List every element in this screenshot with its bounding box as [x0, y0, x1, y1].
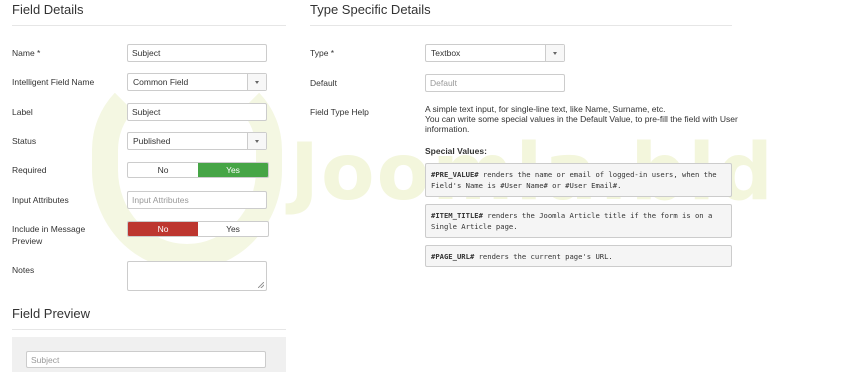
status-value: Published	[133, 136, 171, 146]
special-value-item-title: #ITEM_TITLE# renders the Joomla Article …	[425, 204, 732, 238]
type-value: Textbox	[431, 48, 461, 58]
pre-value-desc: renders the name or email of logged-in u…	[478, 170, 717, 179]
resize-handle-icon[interactable]	[258, 282, 264, 288]
status-select[interactable]: Published	[127, 132, 267, 150]
label-label: Label	[12, 107, 33, 117]
help-line-2: You can write some special values in the…	[425, 114, 738, 124]
label-input[interactable]: Subject	[127, 103, 267, 121]
include-preview-toggle[interactable]: No Yes	[127, 221, 269, 237]
pre-value-desc-2: Field's Name is	[431, 181, 501, 190]
name-input[interactable]: Subject	[127, 44, 267, 62]
field-preview-heading: Field Preview	[12, 306, 286, 330]
type-specific-heading: Type Specific Details	[310, 2, 732, 26]
pre-value-or: or	[547, 181, 566, 190]
help-line-3: information.	[425, 124, 470, 134]
special-value-page-url: #PAGE_URL# renders the current page's UR…	[425, 245, 732, 267]
item-title-desc: renders the Joomla Article title if the …	[482, 211, 713, 220]
input-attributes-input[interactable]: Input Attributes	[127, 191, 267, 209]
preview-subject-input[interactable]: Subject	[26, 351, 266, 368]
chevron-down-icon	[553, 52, 557, 55]
include-preview-no-option[interactable]: No	[128, 222, 198, 236]
select-arrow[interactable]	[247, 133, 266, 149]
default-input[interactable]: Default	[425, 74, 565, 92]
name-label: Name *	[12, 48, 41, 58]
required-yes-option[interactable]: Yes	[198, 163, 268, 177]
input-attributes-label: Input Attributes	[12, 195, 69, 205]
intelligent-field-name-select[interactable]: Common Field	[127, 73, 267, 91]
chevron-down-icon	[255, 81, 259, 84]
include-preview-label: Include in Message Preview	[12, 224, 85, 246]
user-email-tag: #User Email#	[565, 181, 618, 190]
special-value-pre-value: #PRE_VALUE# renders the name or email of…	[425, 163, 732, 197]
field-type-help-text: A simple text input, for single-line tex…	[425, 104, 745, 134]
include-preview-label-line2: Preview	[12, 236, 43, 246]
notes-textarea[interactable]	[127, 261, 267, 291]
page-url-tag: #PAGE_URL#	[431, 252, 475, 261]
user-name-tag: #User Name#	[500, 181, 548, 190]
include-preview-yes-option[interactable]: Yes	[198, 222, 268, 236]
chevron-down-icon	[255, 140, 259, 143]
required-label: Required	[12, 165, 47, 175]
field-type-help-label: Field Type Help	[310, 107, 369, 117]
default-label: Default	[310, 78, 337, 88]
item-title-desc-2: Single Article page.	[431, 222, 518, 231]
intelligent-field-name-label: Intelligent Field Name	[12, 77, 95, 87]
required-toggle[interactable]: No Yes	[127, 162, 269, 178]
pre-value-period: .	[617, 181, 622, 190]
page-url-desc: renders the current page's URL.	[474, 252, 613, 261]
special-values-title: Special Values:	[425, 146, 487, 156]
help-line-1: A simple text input, for single-line tex…	[425, 104, 666, 114]
include-preview-label-line1: Include in Message	[12, 224, 86, 234]
status-label: Status	[12, 136, 37, 146]
item-title-tag: #ITEM_TITLE#	[431, 211, 483, 220]
required-no-option[interactable]: No	[128, 163, 198, 177]
intelligent-field-name-value: Common Field	[133, 77, 189, 87]
type-select[interactable]: Textbox	[425, 44, 565, 62]
field-details-heading: Field Details	[12, 2, 286, 26]
pre-value-tag: #PRE_VALUE#	[431, 170, 479, 179]
notes-label: Notes	[12, 265, 35, 275]
select-arrow[interactable]	[545, 45, 564, 61]
type-label: Type *	[310, 48, 335, 58]
field-preview-panel: Subject	[12, 337, 286, 372]
select-arrow[interactable]	[247, 74, 266, 90]
